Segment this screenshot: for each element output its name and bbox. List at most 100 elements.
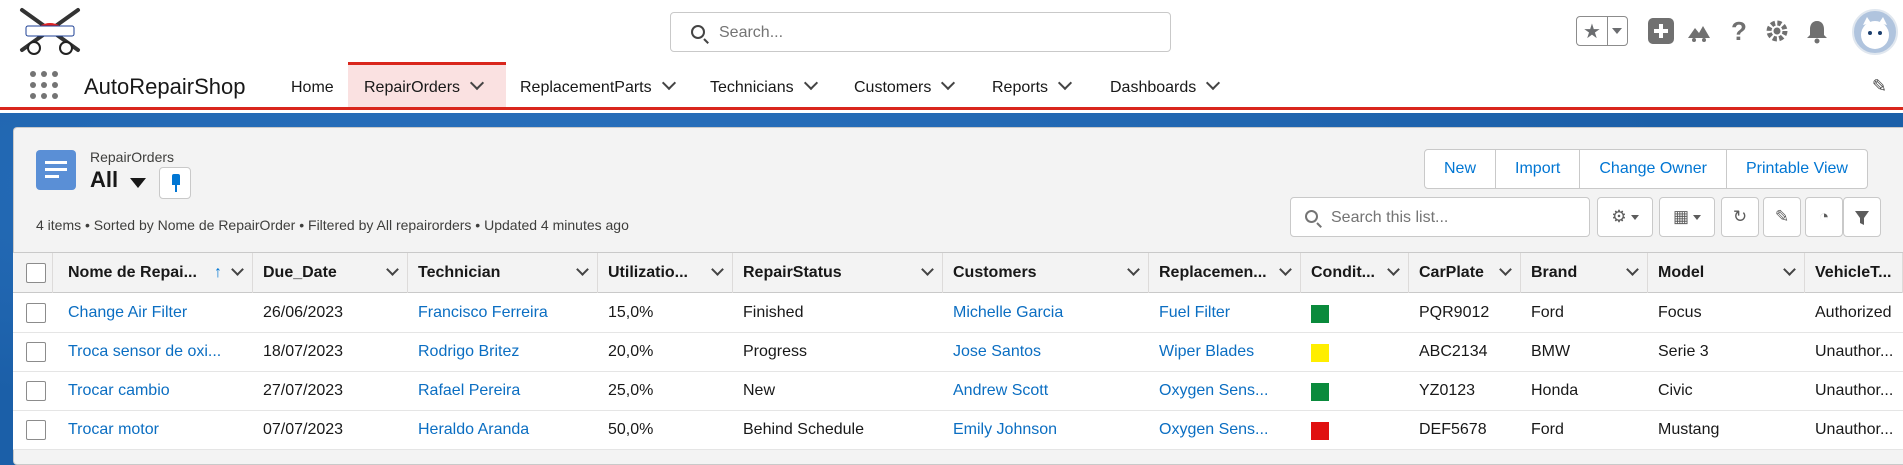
row-checkbox[interactable] — [26, 420, 46, 440]
chevron-down-icon[interactable] — [1783, 263, 1796, 276]
technician-link[interactable]: Rodrigo Britez — [408, 333, 598, 371]
tab-repairorders[interactable]: RepairOrders — [348, 62, 506, 107]
column-header-name[interactable]: Nome de Repai... ↑ — [53, 253, 253, 293]
part-link[interactable]: Fuel Filter — [1149, 294, 1301, 332]
column-header-customers[interactable]: Customers — [943, 253, 1149, 293]
chevron-down-icon[interactable] — [661, 75, 676, 91]
status-cell: New — [743, 382, 776, 399]
condition-swatch — [1311, 383, 1329, 401]
chevron-down-icon[interactable] — [1612, 28, 1622, 34]
tab-dashboards[interactable]: Dashboards — [1092, 62, 1252, 107]
table-icon: ▦ — [1672, 207, 1690, 226]
part-link[interactable]: Oxygen Sens... — [1149, 411, 1301, 449]
chevron-down-icon[interactable] — [1206, 75, 1221, 91]
trailhead-icon[interactable] — [1686, 18, 1712, 44]
chevron-down-icon[interactable] — [1057, 75, 1073, 91]
list-view-picker-chevron-icon[interactable] — [130, 178, 146, 188]
chevron-down-icon[interactable] — [1387, 263, 1400, 276]
gear-icon[interactable] — [1764, 18, 1790, 44]
chevron-down-icon[interactable] — [921, 263, 934, 276]
tab-label: ReplacementParts — [520, 79, 652, 96]
technician-link[interactable]: Heraldo Aranda — [408, 411, 598, 449]
column-header-carplate[interactable]: CarPlate — [1409, 253, 1521, 293]
record-name-link[interactable]: Trocar motor — [68, 411, 253, 449]
chevron-down-icon[interactable] — [1279, 263, 1292, 276]
tab-customers[interactable]: Customers — [822, 62, 962, 107]
import-button[interactable]: Import — [1495, 150, 1579, 188]
search-icon — [1305, 210, 1318, 223]
model-cell: Civic — [1658, 382, 1693, 399]
brand-cell: Ford — [1531, 304, 1564, 321]
chevron-down-icon[interactable] — [803, 75, 818, 91]
new-button[interactable]: New — [1425, 150, 1495, 188]
column-header-brand[interactable]: Brand — [1521, 253, 1648, 293]
notification-bell-icon[interactable] — [1804, 18, 1830, 44]
column-header-replacementparts[interactable]: Replacemen... — [1149, 253, 1301, 293]
row-checkbox[interactable] — [26, 342, 46, 362]
help-icon[interactable]: ? — [1726, 18, 1752, 44]
global-search-input[interactable]: Search... — [670, 12, 1171, 52]
vehicle-type-cell: Authorized — [1815, 304, 1892, 321]
part-link[interactable]: Wiper Blades — [1149, 333, 1301, 371]
display-as-button[interactable]: ▦ — [1659, 197, 1715, 237]
chevron-down-icon[interactable] — [1499, 263, 1512, 276]
column-header-technician[interactable]: Technician — [408, 253, 598, 293]
chevron-down-icon[interactable] — [231, 263, 244, 276]
record-name-link[interactable]: Change Air Filter — [68, 294, 253, 332]
row-checkbox[interactable] — [26, 303, 46, 323]
column-header-due-date[interactable]: Due_Date — [253, 253, 408, 293]
tab-label: Customers — [854, 79, 932, 96]
list-search-input[interactable]: Search this list... — [1290, 197, 1590, 237]
row-checkbox[interactable] — [26, 381, 46, 401]
global-actions-plus-icon[interactable] — [1648, 18, 1674, 44]
customer-link[interactable]: Andrew Scott — [943, 372, 1149, 410]
charts-button[interactable]: ◔ — [1805, 197, 1843, 237]
column-header-utilization[interactable]: Utilizatio... — [598, 253, 733, 293]
customer-link[interactable]: Michelle Garcia — [943, 294, 1149, 332]
refresh-button[interactable]: ↻ — [1721, 197, 1759, 237]
app-name: AutoRepairShop — [84, 74, 246, 99]
tab-replacementparts[interactable]: ReplacementParts — [506, 62, 682, 107]
list-view-name[interactable]: All — [90, 167, 118, 193]
customer-link[interactable]: Emily Johnson — [943, 411, 1149, 449]
chevron-down-icon[interactable] — [941, 75, 956, 91]
chevron-down-icon[interactable] — [576, 263, 589, 276]
tab-home[interactable]: Home — [275, 62, 350, 107]
column-header-vehicletype[interactable]: VehicleT... — [1805, 253, 1903, 293]
printable-view-button[interactable]: Printable View — [1725, 150, 1867, 188]
table-row: Trocar motor 07/07/2023 Heraldo Aranda 5… — [13, 411, 1903, 450]
tab-reports[interactable]: Reports — [962, 62, 1092, 107]
user-avatar[interactable] — [1852, 9, 1898, 55]
column-header-repairstatus[interactable]: RepairStatus — [733, 253, 943, 293]
carplate-cell: YZ0123 — [1419, 382, 1476, 399]
chevron-down-icon[interactable] — [1626, 263, 1639, 276]
chevron-down-icon[interactable] — [711, 263, 724, 276]
tab-technicians[interactable]: Technicians — [682, 62, 822, 107]
chevron-down-icon[interactable] — [1127, 263, 1140, 276]
app-launcher-icon[interactable] — [30, 71, 58, 99]
carplate-cell: PQR9012 — [1419, 304, 1490, 321]
inline-edit-button[interactable]: ✎ — [1763, 197, 1801, 237]
filter-button[interactable] — [1843, 197, 1881, 237]
column-header-condition[interactable]: Condit... — [1301, 253, 1409, 293]
model-cell: Serie 3 — [1658, 343, 1709, 360]
sort-ascending-icon: ↑ — [214, 264, 222, 281]
company-logo[interactable] — [16, 4, 84, 58]
change-owner-button[interactable]: Change Owner — [1579, 150, 1726, 188]
record-name-link[interactable]: Troca sensor de oxi... — [68, 333, 253, 371]
list-settings-button[interactable]: ⚙ — [1597, 197, 1653, 237]
condition-swatch — [1311, 422, 1329, 440]
column-header-model[interactable]: Model — [1648, 253, 1805, 293]
select-all-checkbox[interactable] — [26, 263, 46, 283]
record-name-link[interactable]: Trocar cambio — [68, 372, 253, 410]
pin-list-view-button[interactable] — [159, 167, 191, 199]
technician-link[interactable]: Francisco Ferreira — [408, 294, 598, 332]
favorites-button[interactable]: ★ — [1576, 16, 1628, 46]
chevron-down-icon[interactable] — [386, 263, 399, 276]
chevron-down-icon[interactable] — [469, 75, 485, 91]
customer-link[interactable]: Jose Santos — [943, 333, 1149, 371]
edit-nav-pencil-icon[interactable]: ✎ — [1872, 76, 1887, 97]
technician-link[interactable]: Rafael Pereira — [408, 372, 598, 410]
list-actions-button-group: New Import Change Owner Printable View — [1424, 149, 1868, 189]
part-link[interactable]: Oxygen Sens... — [1149, 372, 1301, 410]
